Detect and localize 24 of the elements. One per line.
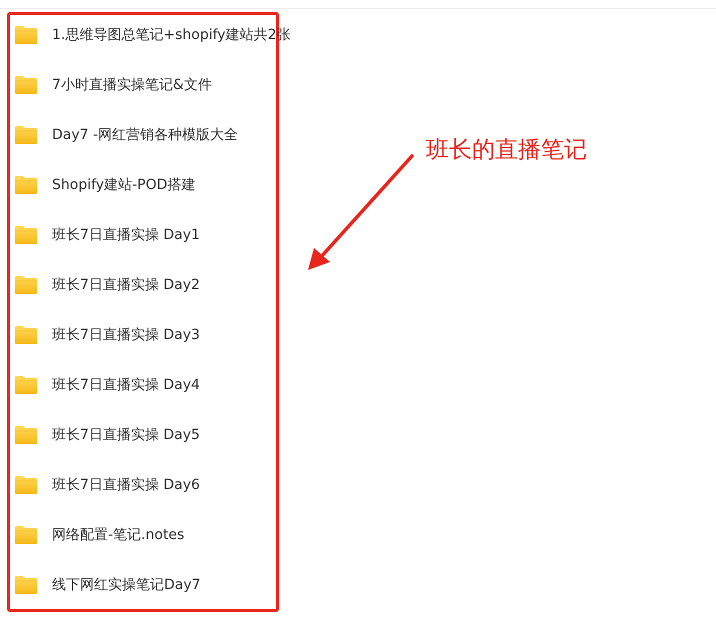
annotation-text: 班长的直播笔记: [426, 136, 587, 165]
folder-icon: [14, 275, 38, 295]
folder-icon: [14, 75, 38, 95]
folder-name[interactable]: 7小时直播实操笔记&文件: [52, 76, 212, 94]
folder-icon: [14, 575, 38, 595]
folder-icon: [14, 325, 38, 345]
folder-icon: [14, 125, 38, 145]
folder-name[interactable]: 班长7日直播实操 Day4: [52, 376, 200, 394]
folder-name[interactable]: 班长7日直播实操 Day1: [52, 226, 200, 244]
folder-name[interactable]: 班长7日直播实操 Day6: [52, 476, 200, 494]
folder-icon: [14, 525, 38, 545]
folder-icon: [14, 375, 38, 395]
folder-icon: [14, 25, 38, 45]
folder-name[interactable]: 班长7日直播实操 Day3: [52, 326, 200, 344]
folder-name[interactable]: 班长7日直播实操 Day5: [52, 426, 200, 444]
folder-icon: [14, 225, 38, 245]
folder-name[interactable]: 网络配置-笔记.notes: [52, 526, 184, 544]
folder-icon: [14, 175, 38, 195]
folder-name[interactable]: Day7 -网红营销各种模版大全: [52, 126, 238, 144]
folder-name[interactable]: 班长7日直播实操 Day2: [52, 276, 200, 294]
folder-icon: [14, 425, 38, 445]
folder-name[interactable]: 线下网红实操笔记Day7: [52, 576, 201, 594]
folder-icon: [14, 475, 38, 495]
folder-name[interactable]: Shopify建站-POD搭建: [52, 176, 196, 194]
